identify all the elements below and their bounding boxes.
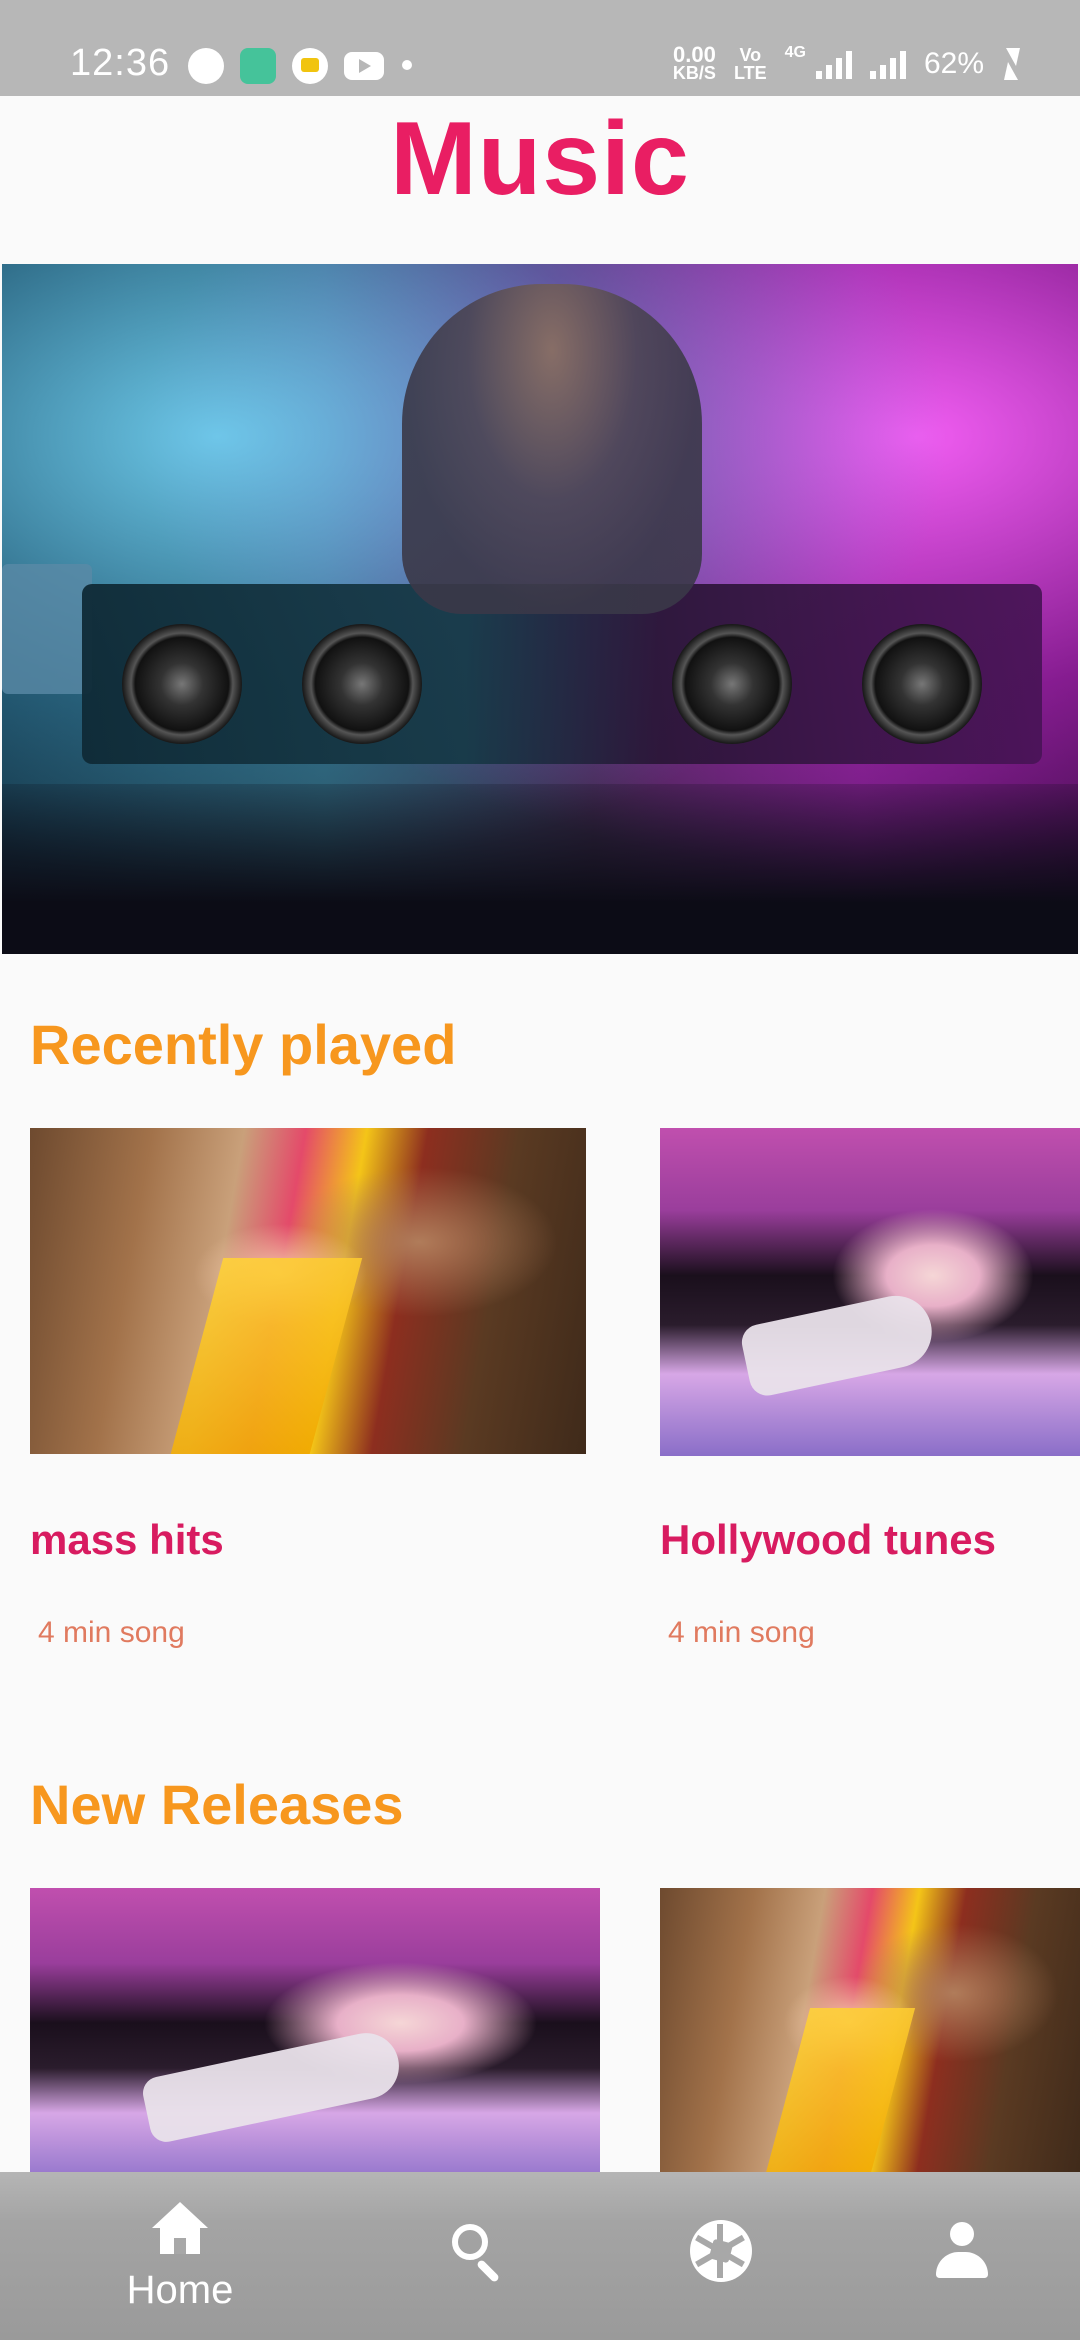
status-time: 12:36 — [70, 42, 171, 84]
battery-level: 62% — [923, 47, 984, 80]
recently-played-card-subtitle-2: 4 min song — [668, 1616, 815, 1649]
person-icon — [936, 2222, 988, 2280]
nav-search[interactable] — [390, 2202, 570, 2332]
status-bar: 12:36 0.00 KB/S Vo LTE 4G 62% — [0, 0, 1080, 96]
nav-aperture[interactable] — [630, 2202, 810, 2332]
search-icon — [450, 2222, 510, 2284]
more-notifications-dot — [402, 60, 412, 70]
recently-played-card-subtitle-1: 4 min song — [38, 1616, 185, 1649]
app-icon — [240, 48, 276, 84]
page-title: Music — [390, 101, 690, 217]
aperture-icon — [690, 2220, 752, 2282]
volte-indicator: Vo LTE — [733, 45, 767, 83]
network-type: 4G — [784, 44, 806, 61]
new-release-card-image-1[interactable] — [30, 1888, 600, 2188]
nav-home-label: Home — [126, 2268, 234, 2312]
home-icon — [152, 2202, 208, 2256]
recently-played-card-title-1[interactable]: mass hits — [30, 1516, 224, 1564]
new-releases-title: New Releases — [30, 1773, 404, 1836]
coins-icon — [292, 48, 328, 84]
data-speed: 0.00 KB/S — [672, 42, 716, 83]
bottom-nav: Home — [0, 2172, 1080, 2340]
signal-icon-2 — [869, 49, 906, 79]
recently-played-card-image-1[interactable] — [30, 1128, 586, 1454]
recently-played-card-image-2[interactable] — [660, 1128, 1080, 1456]
new-release-card-image-2[interactable] — [660, 1888, 1080, 2188]
pinwheel-icon — [188, 48, 224, 84]
signal-icon — [815, 49, 852, 79]
charging-icon — [1002, 48, 1020, 80]
hero-banner-image[interactable] — [2, 264, 1078, 954]
recently-played-card-title-2[interactable]: Hollywood tunes — [660, 1516, 996, 1564]
nav-home[interactable]: Home — [90, 2202, 270, 2332]
recently-played-title: Recently played — [30, 1013, 457, 1076]
youtube-icon — [344, 52, 384, 80]
status-right: 0.00 KB/S Vo LTE 4G 62% — [673, 44, 1020, 84]
nav-profile[interactable] — [870, 2202, 1050, 2332]
